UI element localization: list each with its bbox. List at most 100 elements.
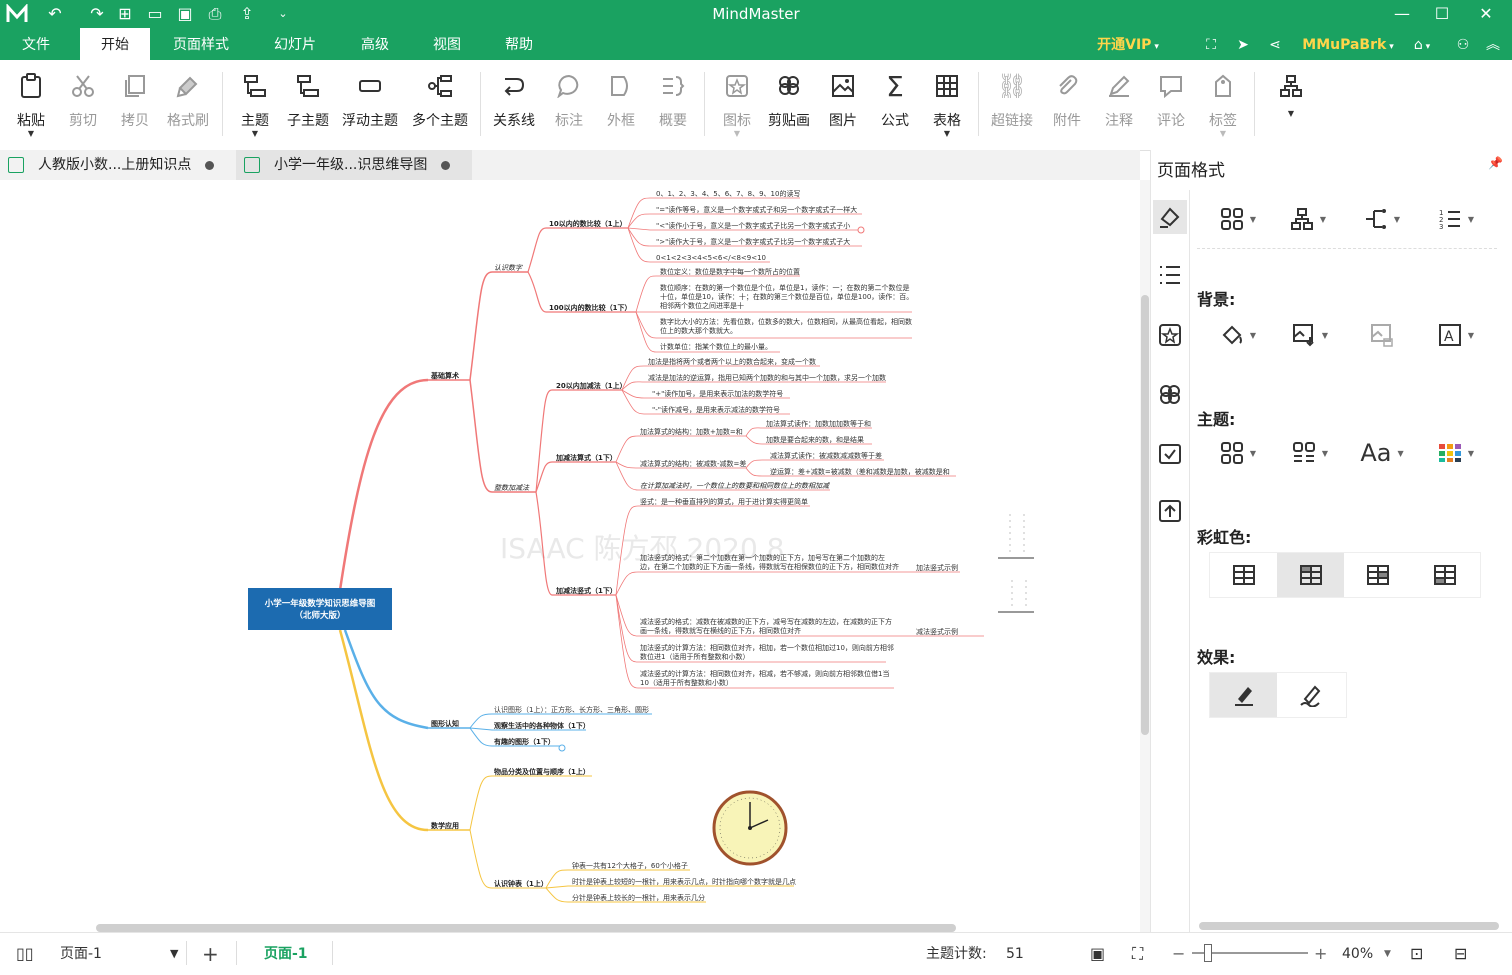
multi-topic-button[interactable]: 多个主题: [408, 70, 472, 142]
branch-basic-arithmetic[interactable]: 基础算术: [430, 371, 459, 380]
subtopic-button[interactable]: 子主题: [284, 70, 332, 142]
vip-button[interactable]: 开通VIP ▾: [1090, 28, 1166, 60]
print-icon[interactable]: ⎙: [204, 4, 226, 24]
leaf-text[interactable]: 边，在第二个加数的正下方画一条线，得数就写在相保数位的正下方，相同数位对齐: [640, 562, 899, 571]
leaf-text[interactable]: 加法算式的结构：加数+加数=和: [640, 427, 743, 436]
layout-button[interactable]: ▼: [1268, 70, 1314, 142]
format-painter-button[interactable]: 格式刷: [162, 70, 214, 142]
close-button[interactable]: ✕: [1468, 2, 1504, 26]
upload-icon[interactable]: [1153, 494, 1187, 528]
leaf-text[interactable]: 相邻两个数位之间进率是十: [660, 301, 744, 310]
tag-button[interactable]: 标签 ▼: [1200, 70, 1246, 142]
node-add20[interactable]: 20以内加减法（1上）: [556, 381, 627, 390]
doc-tab-2[interactable]: 小学一年级...识思维导图: [236, 150, 472, 180]
node-classify[interactable]: 物品分类及位置与顺序（1上）: [494, 767, 590, 776]
leaf-text[interactable]: 0<1<2<3<4<5<6</<8<9<10: [656, 254, 766, 262]
leaf-text[interactable]: 数位进1（适用于所有整数和小数）: [640, 652, 749, 661]
clipart-button[interactable]: 剪贴画: [766, 70, 812, 142]
panel-scrollbar[interactable]: [1199, 922, 1499, 930]
clipart-library-icon[interactable]: [1153, 378, 1187, 412]
cut-button[interactable]: 剪切: [60, 70, 106, 142]
menu-file[interactable]: 文件: [8, 28, 64, 60]
leaf-text[interactable]: 数位定义：数位是数字中每一个数所占的位置: [660, 267, 800, 276]
add-page-icon[interactable]: +: [202, 933, 219, 973]
close-tab-icon[interactable]: [205, 160, 215, 170]
node-num10[interactable]: 10以内的数比较（1上）: [549, 219, 627, 228]
vertical-scrollbar-thumb[interactable]: [1141, 295, 1149, 735]
send-icon[interactable]: ➤: [1230, 28, 1256, 60]
background-image-button[interactable]: ▼: [1285, 318, 1335, 352]
leaf-text[interactable]: "+"读作加号，是用来表示加法的数学符号: [652, 389, 783, 398]
boundary-button[interactable]: 外框: [598, 70, 644, 142]
copy-button[interactable]: 拷贝: [112, 70, 158, 142]
menu-page-style[interactable]: 页面样式: [164, 28, 238, 60]
relationship-button[interactable]: 关系线: [490, 70, 538, 142]
save-icon[interactable]: ▣: [174, 4, 196, 24]
skin-icon[interactable]: ⌂ ▾: [1404, 28, 1440, 60]
zoom-slider-thumb[interactable]: [1204, 944, 1212, 962]
theme-layout-button[interactable]: ▼: [1213, 436, 1263, 470]
formula-button[interactable]: Σ 公式: [874, 70, 916, 142]
node-shape2[interactable]: 观察生活中的各种物体（1下）: [494, 721, 590, 730]
leaf-text[interactable]: 减法算式读作：被减数减减数等于差: [770, 451, 882, 460]
leaf-text[interactable]: 位上的数大那个数就大。: [660, 326, 737, 335]
leaf-text[interactable]: 数位顺序：在数的第一个数位是个位，单位是1，读作：一；在数的第二个数位是: [660, 283, 909, 292]
theme-style-button[interactable]: ▼: [1285, 436, 1335, 470]
redo-icon[interactable]: ↷: [86, 4, 108, 24]
leaf-text[interactable]: 加法竖式的格式：第二个加数在第一个加数的正下方，加号写在第二个加数的左: [640, 553, 885, 562]
theme-font-button[interactable]: Aa ▼: [1357, 436, 1407, 470]
hyperlink-button[interactable]: ⛓ 超链接: [986, 70, 1038, 142]
leaf-text[interactable]: "="读作等号，意义是一个数字或式子和另一个数字或式子一样大: [656, 205, 857, 214]
theme-color-button[interactable]: ▼: [1431, 436, 1481, 470]
task-icon[interactable]: [1153, 436, 1187, 470]
menu-slideshow[interactable]: 幻灯片: [262, 28, 328, 60]
node-shape1[interactable]: 认识图形（1上）：正方形、长方形、三角形、圆形: [494, 705, 649, 714]
floating-topic-button[interactable]: 浮动主题: [338, 70, 402, 142]
leaf-text[interactable]: 时针是钟表上较短的一根针，用来表示几点，时针指向哪个数字就是几点: [572, 877, 796, 886]
horizontal-scrollbar-thumb[interactable]: [96, 924, 956, 932]
leaf-text[interactable]: 加法竖式的计算方法：相同数位对齐，相加，若一个数位相加过10，则向前方相邻: [640, 643, 894, 652]
leaf-text[interactable]: 减法竖式示例: [916, 627, 958, 636]
minimize-button[interactable]: —: [1384, 2, 1420, 26]
share-icon[interactable]: ⋖: [1262, 28, 1288, 60]
menu-help[interactable]: 帮助: [494, 28, 544, 60]
doc-tab-1[interactable]: 人教版小数...上册知识点: [0, 150, 234, 180]
node-addsub-formula[interactable]: 加减法算式（1下）: [555, 453, 617, 462]
leaf-text[interactable]: 钟表一共有12个大格子，60个小格子: [572, 861, 688, 870]
leaf-text[interactable]: 计数单位：指某个数位上的最小量。: [660, 342, 772, 351]
leaf-text[interactable]: 加法是指将两个或者两个以上的数合起来，变成一个数: [648, 357, 816, 366]
node-num100[interactable]: 100以内的数比较（1下）: [549, 303, 631, 312]
background-fill-button[interactable]: ▼: [1213, 318, 1263, 352]
leaf-text[interactable]: 十位，单位是10，读作：十；在数的第三个数位是百位，单位是100，读作：百。: [660, 292, 913, 301]
fit-window-icon[interactable]: ⊡: [1410, 933, 1423, 973]
zoom-in-icon[interactable]: +: [1314, 933, 1327, 973]
connector-style-button[interactable]: ▼: [1357, 202, 1407, 236]
note-button[interactable]: 注释: [1096, 70, 1142, 142]
leaf-text[interactable]: 竖式：是一种垂直排列的算式，用于进计算实得更简单: [640, 497, 808, 506]
rainbow-option-2[interactable]: [1277, 553, 1344, 597]
icon-button[interactable]: 图标 ▼: [714, 70, 760, 142]
topic-button[interactable]: 主题 ▼: [232, 70, 278, 142]
paste-button[interactable]: 粘贴 ▼: [8, 70, 54, 142]
mindmap-canvas[interactable]: ISAAC 陈方邳 2020.8 小学一年级数学知识思维导图 （北师大版） 基础…: [0, 180, 1140, 932]
leaf-text[interactable]: 画一条线，得数就写在横线的正下方，相同数位对齐: [640, 626, 801, 635]
fullscreen-icon[interactable]: ⛶: [1198, 28, 1224, 60]
node-integer-add-sub[interactable]: 整数加减法: [494, 484, 530, 492]
map-layout-button[interactable]: ▼: [1213, 202, 1263, 236]
image-button[interactable]: 图片: [822, 70, 864, 142]
page-format-icon[interactable]: [1153, 200, 1187, 234]
leaf-text[interactable]: 在计算加减法时，一个数位上的数要和相同数位上的数相加减: [640, 482, 830, 490]
collapse-panel-icon[interactable]: ⊟: [1454, 933, 1467, 973]
page-select[interactable]: 页面-1 ▼: [54, 933, 184, 973]
leaf-text[interactable]: 10（适用于所有整数和小数）: [640, 678, 733, 687]
callout-button[interactable]: 标注: [546, 70, 592, 142]
apps-icon[interactable]: ⚇: [1450, 28, 1476, 60]
menu-home[interactable]: 开始: [80, 28, 150, 60]
page-tab-active[interactable]: 页面-1: [264, 933, 308, 973]
zoom-level[interactable]: 40%: [1342, 933, 1373, 973]
leaf-text[interactable]: 数字比大小的方法：先看位数，位数多的数大，位数相同，从最高位看起，相同数: [660, 317, 912, 326]
close-tab-icon[interactable]: [441, 160, 451, 170]
effect-option-2[interactable]: [1277, 673, 1344, 717]
page-panel-icon[interactable]: ▯▯: [16, 933, 34, 973]
node-know-numbers[interactable]: 认识数字: [494, 264, 523, 272]
